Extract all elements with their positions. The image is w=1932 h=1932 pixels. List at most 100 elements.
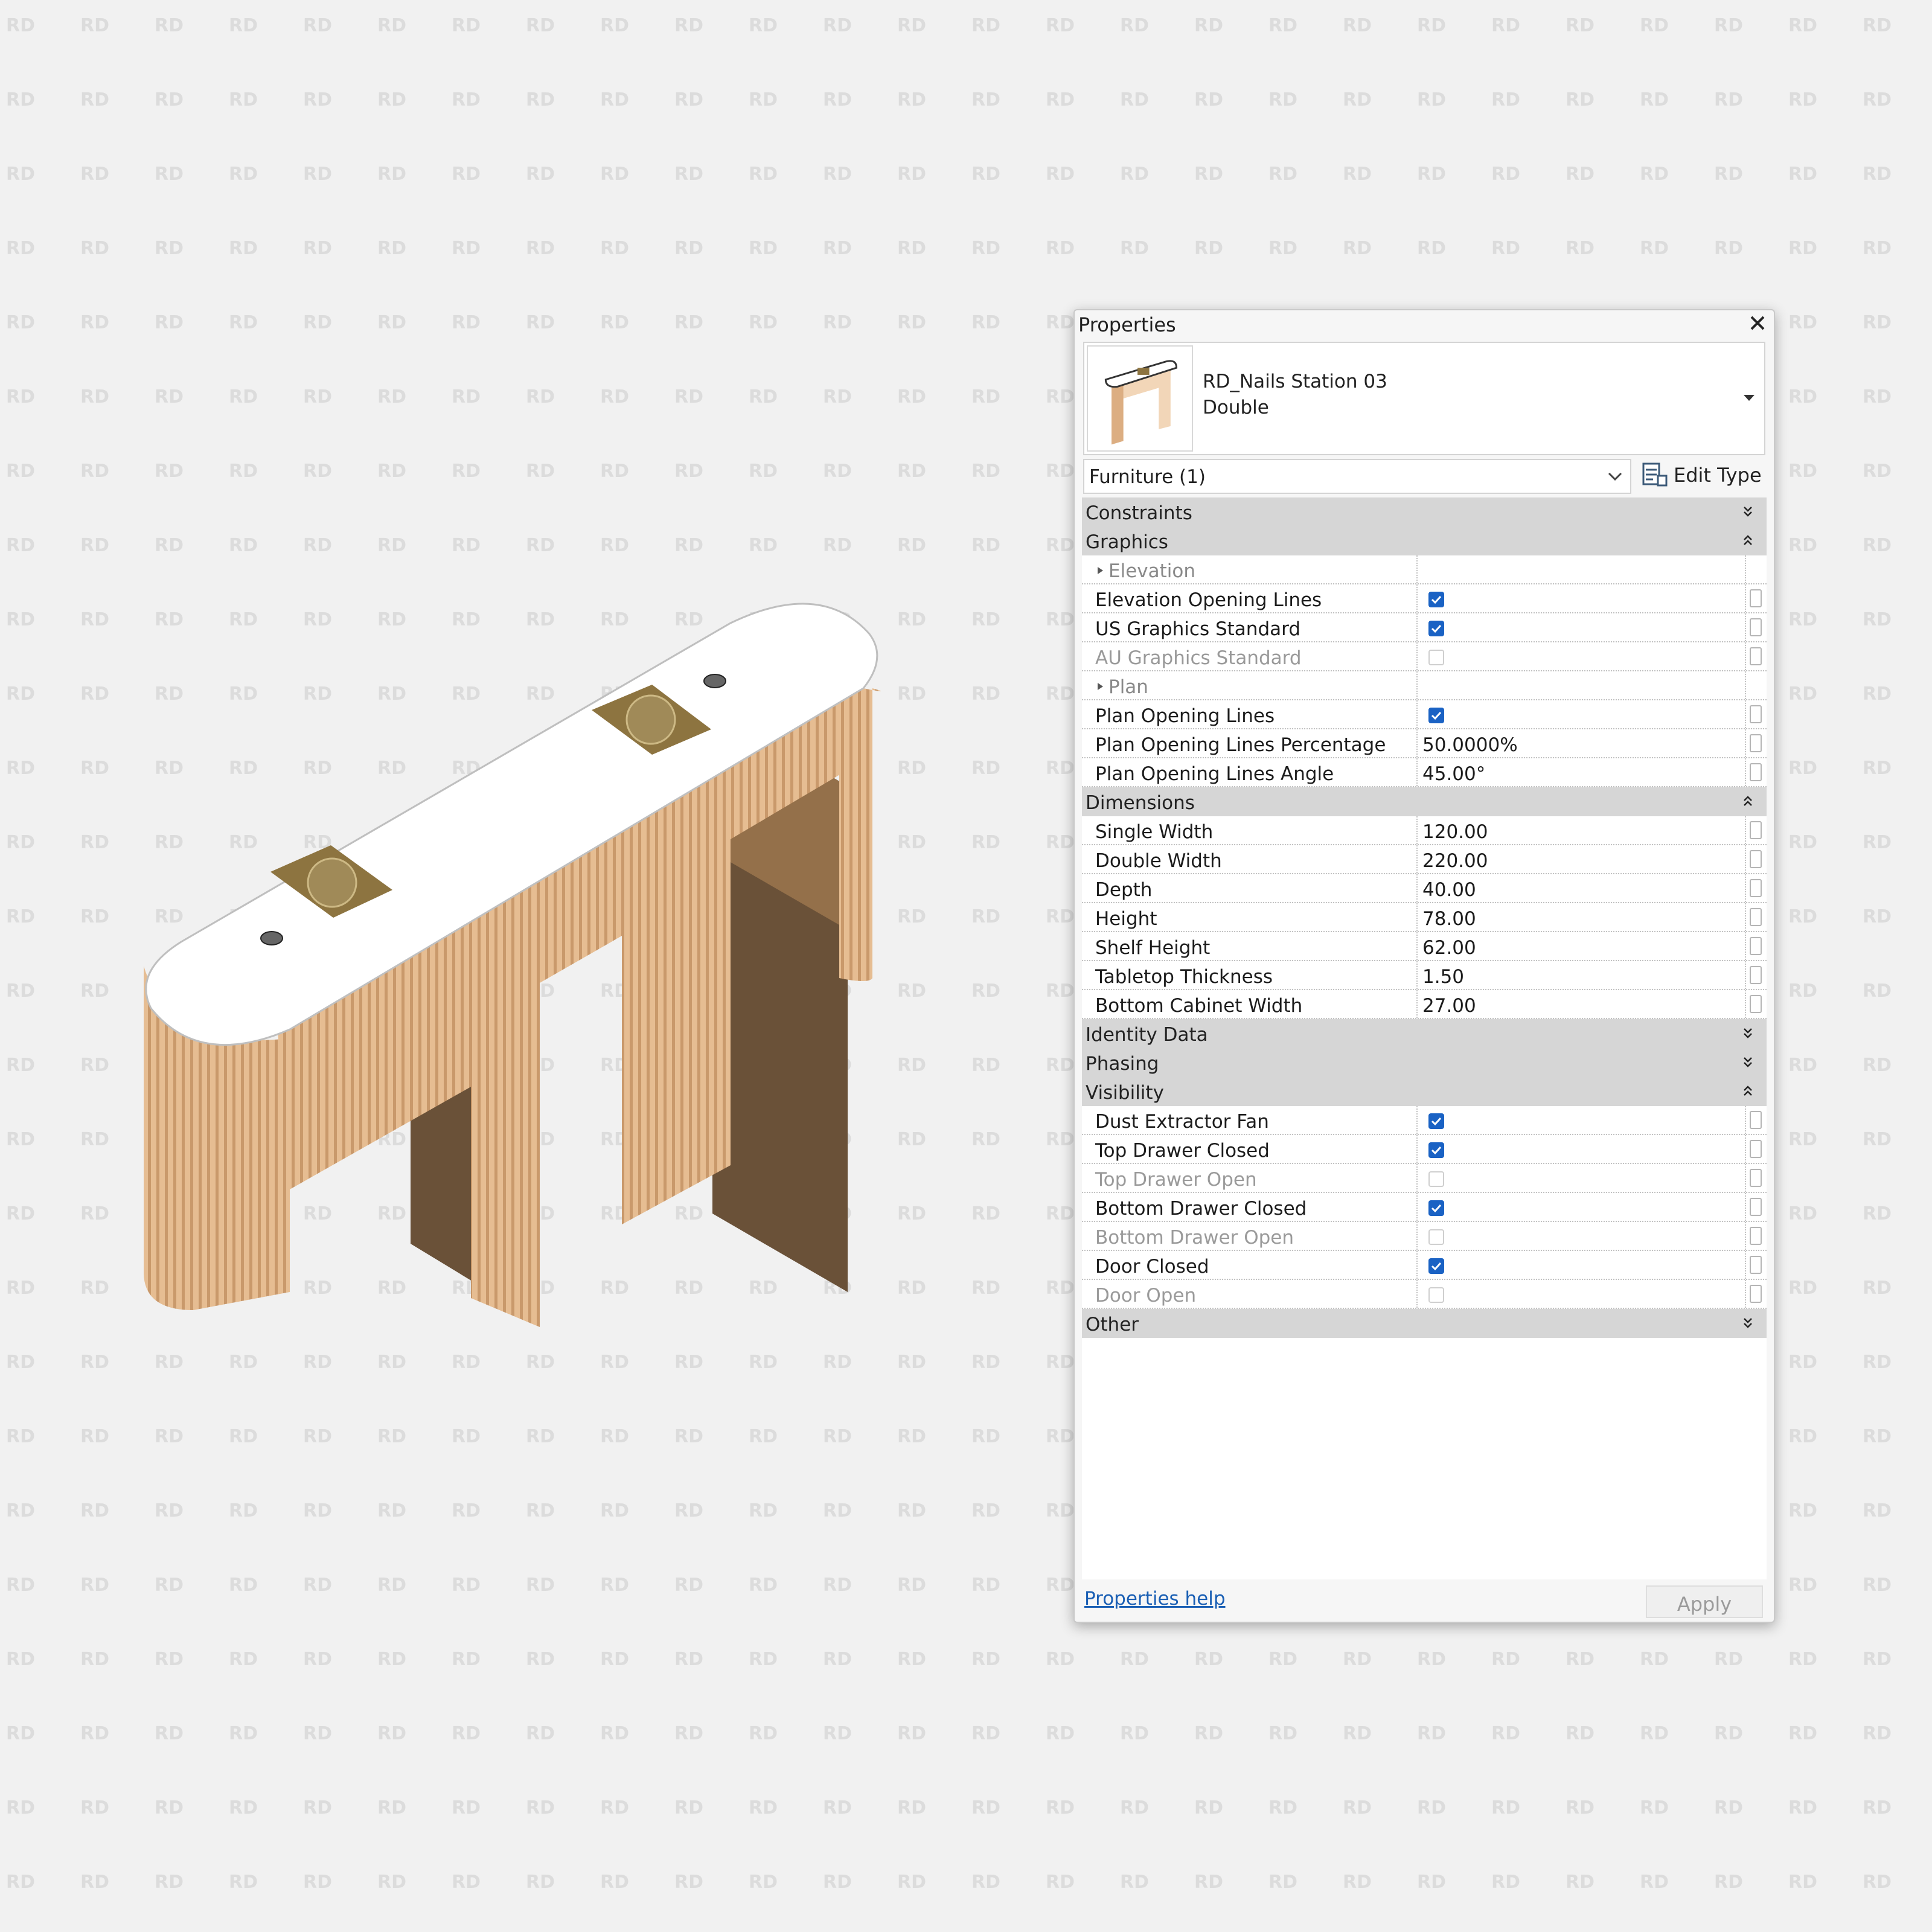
panel-title-bar[interactable]: Properties	[1075, 310, 1774, 337]
associate-parameter-button[interactable]	[1750, 1256, 1762, 1274]
param-value-cell[interactable]: 27.00	[1416, 990, 1745, 1018]
param-value-cell[interactable]	[1416, 613, 1745, 641]
apply-button[interactable]: Apply	[1646, 1585, 1763, 1618]
param-checkbox[interactable]	[1428, 1113, 1444, 1129]
edit-type-button[interactable]: Edit Type	[1640, 458, 1767, 494]
instance-filter-select[interactable]: Furniture (1)	[1083, 459, 1631, 494]
param-value-cell[interactable]	[1416, 1106, 1745, 1134]
param-checkbox[interactable]	[1428, 1200, 1444, 1216]
expand-chevrons-icon[interactable]	[1742, 1026, 1753, 1040]
watermark-text: RD	[749, 312, 778, 333]
subgroup-elevation[interactable]: Elevation	[1082, 555, 1767, 584]
param-value-input[interactable]: 62.00	[1422, 937, 1476, 959]
expand-arrow-icon[interactable]	[1096, 566, 1104, 575]
associate-parameter-button[interactable]	[1750, 821, 1762, 839]
associate-parameter-button[interactable]	[1750, 763, 1762, 781]
param-value-cell[interactable]: 1.50	[1416, 961, 1745, 989]
param-checkbox[interactable]	[1428, 708, 1444, 723]
param-value-cell[interactable]	[1416, 584, 1745, 612]
watermark-text: RD	[1788, 832, 1817, 853]
param-value-cell[interactable]	[1416, 1251, 1745, 1279]
associate-parameter-button[interactable]	[1750, 1111, 1762, 1129]
dropdown-triangle-icon[interactable]	[1742, 391, 1756, 403]
properties-help-link[interactable]: Properties help	[1084, 1588, 1226, 1610]
group-visibility[interactable]: Visibility	[1082, 1077, 1767, 1106]
associate-parameter-button[interactable]	[1750, 705, 1762, 723]
associate-parameter-button[interactable]	[1750, 1140, 1762, 1158]
watermark-text: RD	[229, 1872, 258, 1893]
param-value-cell[interactable]: 62.00	[1416, 932, 1745, 960]
expand-arrow-icon[interactable]	[1096, 682, 1104, 691]
associate-parameter-button[interactable]	[1750, 908, 1762, 926]
watermark-text: RD	[749, 461, 778, 482]
param-value-input[interactable]: 78.00	[1422, 908, 1476, 930]
associate-parameter-button[interactable]	[1750, 589, 1762, 607]
param-value-input[interactable]: 27.00	[1422, 995, 1476, 1017]
associate-parameter-button[interactable]	[1750, 1198, 1762, 1216]
param-name-cell: AU Graphics Standard	[1082, 642, 1415, 670]
collapse-chevrons-icon[interactable]	[1742, 1084, 1753, 1098]
associate-parameter-button[interactable]	[1750, 1285, 1762, 1303]
param-value-cell[interactable]: 45.00°	[1416, 758, 1745, 786]
param-value-cell[interactable]: 50.0000%	[1416, 729, 1745, 757]
associate-parameter-button[interactable]	[1750, 618, 1762, 636]
param-checkbox[interactable]	[1428, 1258, 1444, 1274]
param-value-input[interactable]: 45.00°	[1422, 763, 1485, 785]
param-checkbox[interactable]	[1428, 592, 1444, 607]
type-selector[interactable]: RD_Nails Station 03 Double	[1083, 342, 1765, 455]
watermark-text: RD	[80, 1055, 109, 1076]
group-other[interactable]: Other	[1082, 1309, 1767, 1338]
edit-type-label: Edit Type	[1674, 464, 1762, 487]
param-value-input[interactable]: 40.00	[1422, 879, 1476, 901]
watermark-text: RD	[971, 1352, 1000, 1373]
associate-parameter-cell	[1745, 990, 1767, 1018]
associate-parameter-button[interactable]	[1750, 966, 1762, 984]
param-value-input[interactable]: 1.50	[1422, 966, 1464, 988]
param-row-tabletop-thickness: Tabletop Thickness 1.50	[1082, 961, 1767, 990]
associate-parameter-button[interactable]	[1750, 1169, 1762, 1187]
param-value-cell[interactable]: 220.00	[1416, 845, 1745, 873]
param-value-cell[interactable]: 40.00	[1416, 874, 1745, 902]
expand-chevrons-icon[interactable]	[1742, 1055, 1753, 1069]
param-value-cell[interactable]: 78.00	[1416, 903, 1745, 931]
param-value-cell	[1416, 642, 1745, 670]
associate-parameter-button[interactable]	[1750, 734, 1762, 752]
param-checkbox[interactable]	[1428, 1142, 1444, 1158]
watermark-text: RD	[452, 312, 481, 333]
param-value-cell[interactable]	[1416, 1193, 1745, 1221]
group-constraints[interactable]: Constraints	[1082, 497, 1767, 526]
associate-parameter-button[interactable]	[1750, 850, 1762, 868]
watermark-text: RD	[971, 609, 1000, 630]
close-icon[interactable]	[1748, 314, 1767, 332]
watermark-text: RD	[971, 1426, 1000, 1447]
expand-chevrons-icon[interactable]	[1742, 505, 1753, 518]
watermark-text: RD	[80, 832, 109, 853]
collapse-chevrons-icon[interactable]	[1742, 534, 1753, 547]
group-dimensions[interactable]: Dimensions	[1082, 787, 1767, 816]
param-checkbox[interactable]	[1428, 621, 1444, 636]
param-name-cell: Double Width	[1082, 845, 1415, 873]
associate-parameter-button[interactable]	[1750, 937, 1762, 955]
param-value-cell[interactable]: 120.00	[1416, 816, 1745, 844]
param-value-input[interactable]: 50.0000%	[1422, 734, 1518, 756]
param-value-cell[interactable]	[1416, 700, 1745, 728]
group-identity-data[interactable]: Identity Data	[1082, 1019, 1767, 1048]
subgroup-plan[interactable]: Plan	[1082, 671, 1767, 700]
expand-chevrons-icon[interactable]	[1742, 1316, 1753, 1329]
collapse-chevrons-icon[interactable]	[1742, 795, 1753, 808]
group-graphics[interactable]: Graphics	[1082, 526, 1767, 555]
associate-parameter-button[interactable]	[1750, 1227, 1762, 1245]
param-value-input[interactable]: 120.00	[1422, 821, 1488, 843]
param-value-cell[interactable]	[1416, 1135, 1745, 1163]
associate-parameter-button[interactable]	[1750, 647, 1762, 665]
param-value-input[interactable]: 220.00	[1422, 850, 1488, 872]
watermark-text: RD	[303, 1723, 332, 1744]
watermark-text: RD	[749, 386, 778, 408]
watermark-text: RD	[1863, 1129, 1892, 1150]
checkmark-icon	[1431, 1262, 1442, 1271]
watermark-text: RD	[674, 461, 703, 482]
associate-parameter-button[interactable]	[1750, 995, 1762, 1013]
group-phasing[interactable]: Phasing	[1082, 1048, 1767, 1077]
chevron-down-icon[interactable]	[1607, 471, 1623, 482]
associate-parameter-button[interactable]	[1750, 879, 1762, 897]
